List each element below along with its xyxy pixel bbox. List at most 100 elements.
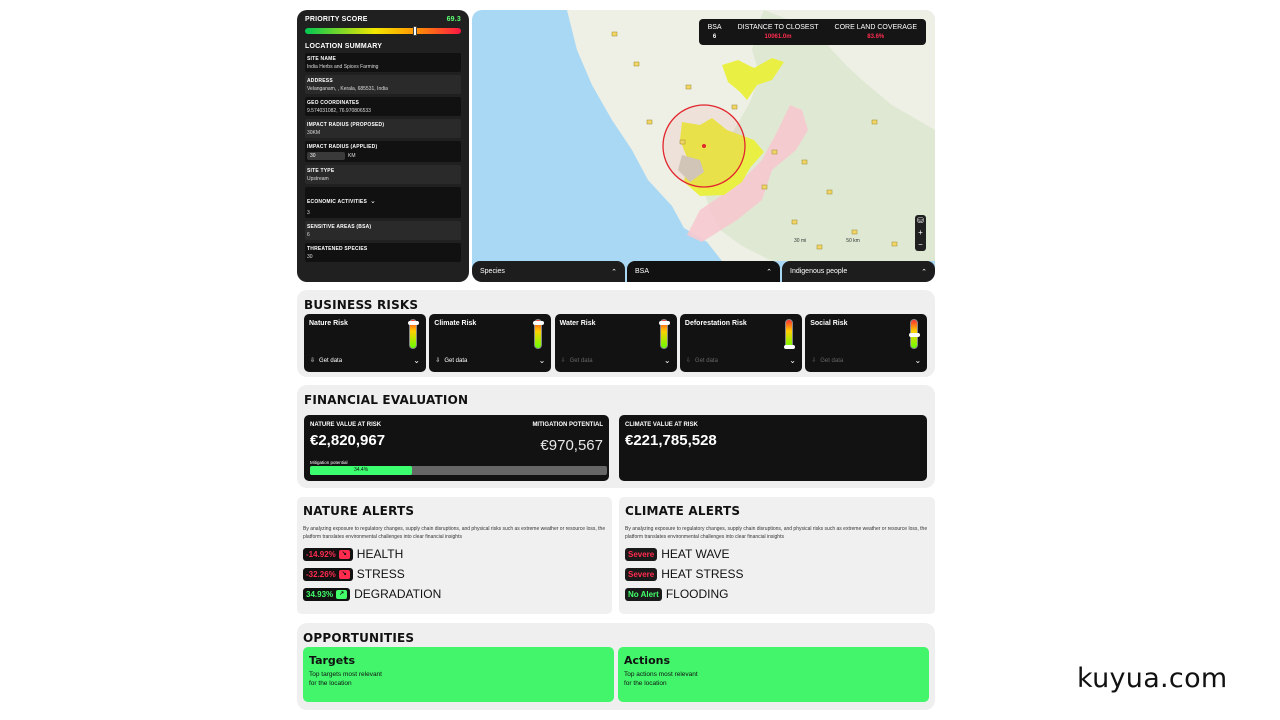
alert-badge-text: No Alert	[628, 589, 659, 599]
targets-card[interactable]: Targets Top targets most relevant for th…	[303, 647, 614, 702]
tab-species[interactable]: Species ⌃	[472, 261, 625, 282]
risk-card[interactable]: Water Risk ⇩ Get data ⌄	[554, 314, 677, 372]
risk-level-marker	[408, 321, 419, 326]
summary-field-value: Upstream	[307, 176, 329, 182]
get-data-button[interactable]: ⇩ Get data	[560, 357, 593, 365]
summary-field: SITE NAME India Herbs and Spices Farming	[305, 53, 461, 72]
download-icon: ⇩	[435, 358, 441, 364]
summary-field-label: SENSITIVE AREAS (BSA)	[307, 224, 372, 230]
priority-score-value: 69.3	[446, 16, 461, 23]
alert-badge: 34.93% ↗	[303, 587, 351, 601]
zoom-out-button[interactable]: −	[915, 239, 926, 251]
climate-value-amount: €221,785,528	[625, 432, 717, 449]
priority-score-label: PRIORITY SCORE	[305, 16, 368, 23]
opportunities-section: OPPORTUNITIES Targets Top targets most r…	[297, 623, 935, 710]
legend-bsa-label: BSA	[707, 24, 722, 31]
map-view[interactable]: BSA 6 DISTANCE TO CLOSEST 10061.0m CORE LA…	[472, 10, 935, 282]
alert-row: Severe HEAT STRESS	[625, 567, 929, 581]
alert-badge: Severe	[625, 547, 658, 561]
alert-badge-text: Severe	[628, 549, 655, 559]
alert-row: Severe HEAT WAVE	[625, 547, 929, 561]
risk-card-title: Nature Risk	[309, 320, 348, 327]
risk-card[interactable]: Nature Risk ⇩ Get data ⌄	[304, 314, 426, 372]
get-data-label: Get data	[319, 357, 343, 364]
get-data-label: Get data	[820, 357, 844, 364]
impact-radius-input[interactable]: 30	[307, 152, 345, 160]
trend-up-icon: ↗	[336, 589, 348, 599]
get-data-button[interactable]: ⇩ Get data	[685, 357, 718, 365]
priority-score-row: PRIORITY SCORE 69.3	[305, 16, 461, 23]
chevron-down-icon[interactable]: ⌄	[413, 356, 420, 365]
tab-bsa[interactable]: BSA ⌃	[627, 261, 780, 282]
risk-card[interactable]: Deforestation Risk ⇩ Get data ⌄	[679, 314, 802, 372]
tab-indigenous-label: Indigenous people	[790, 268, 848, 275]
site-marker[interactable]	[702, 144, 706, 148]
summary-field: ECONOMIC ACTIVITIES ⌄ 3	[305, 187, 461, 218]
actions-card[interactable]: Actions Top actions most relevant for th…	[618, 647, 929, 702]
alert-badge: Severe	[625, 567, 658, 581]
download-icon: ⇩	[310, 358, 316, 364]
impact-radius-unit: KM	[348, 153, 356, 159]
summary-field-label: IMPACT RADIUS (APPLIED)	[307, 144, 378, 150]
chevron-up-icon: ⌃	[611, 268, 617, 276]
trend-down-icon: ↘	[338, 569, 350, 579]
alert-badge: -14.92% ↘	[303, 547, 353, 561]
climate-alerts-title: CLIMATE ALERTS	[625, 504, 741, 518]
tab-indigenous-people[interactable]: Indigenous people ⌃	[782, 261, 935, 282]
alert-row: -14.92% ↘ HEALTH	[303, 547, 606, 561]
summary-field: SENSITIVE AREAS (BSA) 6	[305, 221, 461, 240]
summary-field-value: 6	[307, 232, 310, 238]
actions-title: Actions	[624, 654, 670, 667]
climate-alerts-description: By analyzing exposure to regulatory chan…	[625, 526, 928, 540]
download-icon: ⇩	[560, 358, 566, 364]
mitigation-amount: €970,567	[540, 437, 603, 454]
alert-label: HEAT STRESS	[661, 567, 744, 581]
map-legend: BSA 6 DISTANCE TO CLOSEST 10061.0m CORE LA…	[698, 19, 926, 45]
summary-field: IMPACT RADIUS (PROPOSED) 30KM	[305, 119, 461, 138]
alert-badge-text: Severe	[628, 569, 655, 579]
chevron-down-icon[interactable]: ⌄	[370, 198, 376, 205]
risk-level-marker	[783, 344, 795, 349]
trend-down-icon: ↘	[338, 549, 350, 559]
alert-label: FLOODING	[665, 587, 729, 601]
chevron-down-icon[interactable]: ⌄	[789, 356, 796, 365]
get-data-button[interactable]: ⇩ Get data	[435, 357, 467, 365]
get-data-label: Get data	[569, 357, 593, 364]
legend-distance-value: 10061.0m	[764, 34, 792, 40]
financial-evaluation-title: FINANCIAL EVALUATION	[304, 393, 469, 407]
map-scale: 30 mi 50 km	[794, 238, 860, 244]
brand-logo: kuyua.com	[1077, 663, 1228, 694]
alert-badge: No Alert	[625, 587, 662, 601]
map-controls: ⛁ + −	[915, 215, 926, 251]
nature-value-card: NATURE VALUE AT RISK €2,820,967 MITIGATI…	[304, 415, 609, 481]
nature-alerts-section: NATURE ALERTS By analyzing exposure to r…	[297, 497, 612, 614]
download-icon: ⇩	[685, 358, 691, 364]
risk-card[interactable]: Social Risk ⇩ Get data ⌄	[805, 314, 928, 372]
get-data-button[interactable]: ⇩ Get data	[811, 357, 844, 365]
map-canvas[interactable]	[472, 10, 935, 282]
impact-radius-row: 30 KM	[307, 152, 459, 160]
tab-bsa-label: BSA	[635, 268, 650, 275]
chevron-down-icon[interactable]: ⌄	[539, 356, 546, 365]
risk-thermometer	[783, 319, 795, 349]
layers-icon[interactable]: ⛁	[915, 215, 926, 227]
get-data-button[interactable]: ⇩ Get data	[310, 357, 343, 365]
summary-field-value: 30	[307, 254, 313, 260]
financial-evaluation-section: FINANCIAL EVALUATION NATURE VALUE AT RIS…	[297, 385, 935, 488]
risk-card-title: Climate Risk	[434, 320, 477, 327]
nature-alerts-title: NATURE ALERTS	[303, 504, 415, 518]
actions-description: Top actions most relevant for the locati…	[624, 671, 698, 688]
chevron-down-icon[interactable]: ⌄	[914, 356, 921, 365]
legend-bsa-value: 6	[712, 34, 717, 40]
alert-badge-text: -14.92%	[306, 549, 336, 559]
risk-card[interactable]: Climate Risk ⇩ Get data ⌄	[429, 314, 552, 372]
zoom-in-button[interactable]: +	[915, 227, 926, 239]
scale-miles: 30 mi	[794, 238, 807, 244]
risk-thermometer	[408, 319, 419, 349]
chevron-down-icon[interactable]: ⌄	[664, 356, 671, 365]
risk-card-title: Social Risk	[810, 320, 848, 327]
alert-label: HEALTH	[356, 547, 404, 561]
risk-level-marker	[533, 321, 545, 326]
risk-level-marker	[909, 333, 921, 337]
chevron-up-icon: ⌃	[921, 268, 927, 276]
